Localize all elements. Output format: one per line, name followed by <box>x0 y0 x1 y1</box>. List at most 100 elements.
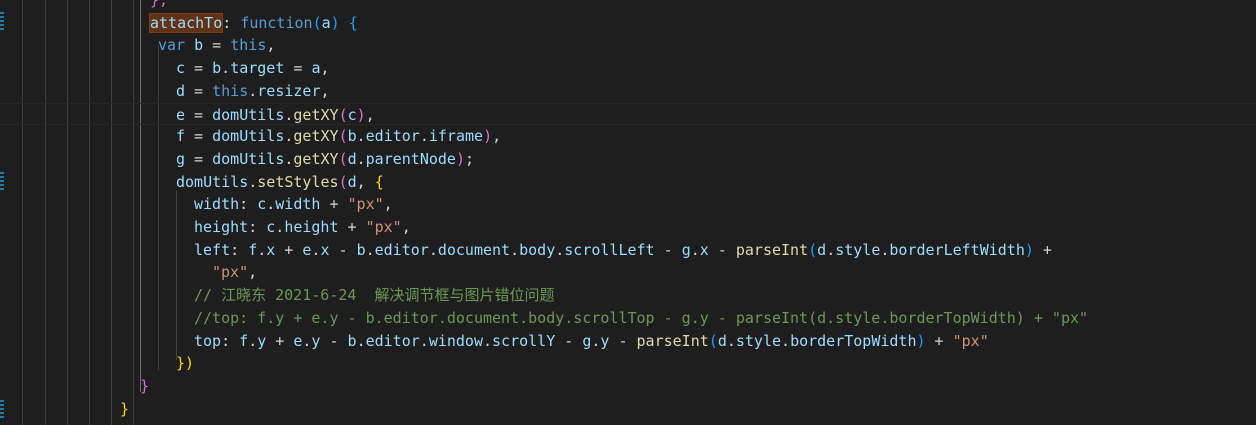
code-line[interactable]: attachTo: function(a) { <box>0 12 1256 35</box>
code-token: : <box>222 13 241 32</box>
code-line[interactable]: left: f.x + e.x - b.editor.document.body… <box>0 239 1256 262</box>
code-token: borderTopWidth <box>790 331 917 350</box>
code-line[interactable]: c = b.target = a, <box>0 57 1256 80</box>
code-token: g <box>176 149 186 168</box>
code-token: + <box>266 331 294 350</box>
code-line[interactable]: "px", <box>0 261 1256 284</box>
code-token: , <box>266 36 276 55</box>
code-token: ( <box>338 172 348 191</box>
code-line[interactable]: f = domUtils.getXY(b.editor.iframe), <box>0 125 1256 148</box>
code-token: . <box>266 195 276 214</box>
code-token: = <box>185 59 213 78</box>
code-token: b <box>212 59 222 78</box>
code-token: - <box>708 240 736 259</box>
code-token: getXY <box>293 149 339 168</box>
code-text: g = domUtils.getXY(d.parentNode); <box>176 148 474 171</box>
code-token: ( <box>708 331 718 350</box>
code-token: . <box>510 240 520 259</box>
code-token: ) <box>1024 240 1034 259</box>
code-token: c <box>176 59 186 78</box>
code-token: . <box>428 240 438 259</box>
code-line[interactable]: e = domUtils.getXY(c), <box>0 102 1256 126</box>
code-token: . <box>275 218 285 236</box>
code-token: ( <box>338 127 348 146</box>
code-token: //top: f.y + e.y - b.editor.document.bod… <box>194 308 1089 327</box>
code-text: }) <box>176 352 194 375</box>
code-token: f <box>176 127 186 146</box>
code-line[interactable]: }, <box>0 0 1256 12</box>
code-token: } <box>120 399 130 418</box>
code-line[interactable]: var b = this, <box>0 34 1256 57</box>
code-token: d <box>717 331 727 350</box>
code-token: attachTo <box>148 12 224 33</box>
code-token: + <box>275 240 303 259</box>
code-token: . <box>726 331 736 350</box>
code-token: d <box>817 240 827 259</box>
code-token: target <box>230 59 285 78</box>
code-token: { <box>348 13 358 32</box>
code-line[interactable]: //top: f.y + e.y - b.editor.document.bod… <box>0 307 1256 330</box>
code-token: height <box>194 218 249 236</box>
code-token: , <box>383 195 393 214</box>
code-token: b <box>347 331 357 350</box>
code-token: ( <box>338 149 348 168</box>
code-token: c <box>257 195 267 214</box>
code-token: width <box>275 195 321 214</box>
code-token: b <box>356 240 366 259</box>
code-token: domUtils <box>176 172 249 191</box>
code-token: getXY <box>293 127 339 146</box>
code-token: style <box>735 331 782 350</box>
code-token: g <box>681 240 691 259</box>
code-token: document <box>437 240 511 259</box>
code-line[interactable]: domUtils.setStyles(d, { <box>0 171 1256 194</box>
code-token: = <box>185 81 213 100</box>
code-token: , <box>365 105 375 124</box>
code-token: = <box>185 149 213 168</box>
code-token: ( <box>312 13 322 32</box>
code-token: c <box>266 218 276 236</box>
code-token: borderLeftWidth <box>889 240 1025 259</box>
code-line[interactable]: } <box>0 375 1256 398</box>
code-token: ) <box>330 13 340 32</box>
code-token: scrollY <box>492 331 556 350</box>
code-token: = <box>185 105 213 124</box>
code-token: . <box>419 331 429 350</box>
code-token: , <box>356 172 375 191</box>
code-token: d <box>347 149 357 168</box>
code-line[interactable]: }) <box>0 352 1256 375</box>
code-token: editor <box>374 240 429 259</box>
code-token: b <box>347 127 357 146</box>
code-token: domUtils <box>212 127 285 146</box>
code-text: top: f.y + e.y - b.editor.window.scrollY… <box>194 330 989 353</box>
code-token: : <box>221 331 240 350</box>
code-token: . <box>356 331 366 350</box>
code-text: width: c.width + "px", <box>194 193 393 216</box>
code-token: editor <box>365 331 420 350</box>
code-line[interactable]: } <box>0 398 1256 421</box>
code-line[interactable]: top: f.y + e.y - b.editor.window.scrollY… <box>0 330 1256 353</box>
code-token: a <box>321 13 331 32</box>
code-editor[interactable]: }, attachTo: function(a) {var b = this, c … <box>0 0 1256 425</box>
code-token: setStyles <box>257 172 339 191</box>
code-line[interactable]: g = domUtils.getXY(d.parentNode); <box>0 148 1256 171</box>
code-token: domUtils <box>212 149 285 168</box>
code-line[interactable]: d = this.resizer, <box>0 80 1256 103</box>
code-token: . <box>221 59 231 78</box>
code-token: a <box>311 59 321 78</box>
code-line[interactable]: width: c.width + "px", <box>0 193 1256 216</box>
code-text: left: f.x + e.x - b.editor.document.body… <box>194 239 1052 262</box>
code-token: : <box>239 195 258 214</box>
code-text: } <box>140 375 149 398</box>
code-text: domUtils.setStyles(d, { <box>176 171 384 194</box>
code-token: ( <box>808 240 818 259</box>
code-token: . <box>483 331 493 350</box>
code-token: style <box>835 240 881 259</box>
code-line[interactable]: height: c.height + "px", <box>0 216 1256 239</box>
code-text: height: c.height + "px", <box>194 216 411 239</box>
code-line[interactable]: // 江晓东 2021-6-24 解决调节框与图片错位问题 <box>0 284 1256 307</box>
code-token: ( <box>338 105 348 124</box>
code-token: ) <box>483 127 493 146</box>
code-token: . <box>826 240 836 259</box>
